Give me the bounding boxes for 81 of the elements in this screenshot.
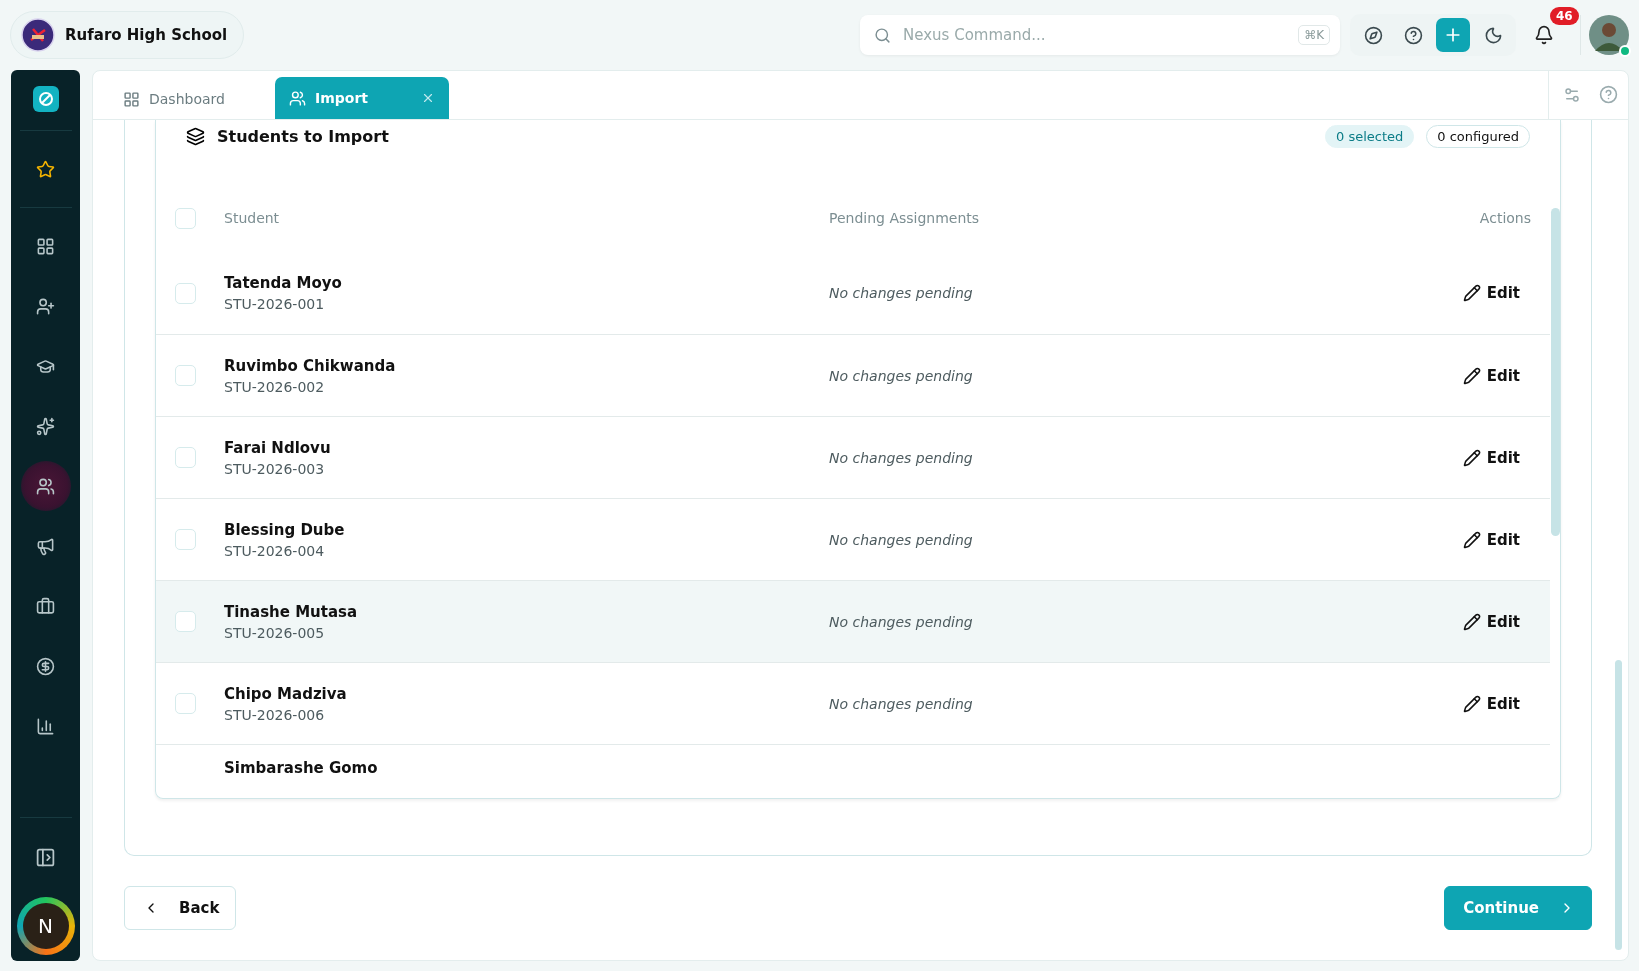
row-checkbox[interactable] (175, 365, 196, 386)
school-selector[interactable]: Rufaro High School (10, 11, 245, 59)
student-id: STU-2026-001 (224, 296, 326, 312)
scrollbar-thumb[interactable] (1551, 208, 1560, 536)
star-icon (36, 159, 55, 179)
row-checkbox[interactable] (175, 447, 196, 468)
compass-icon (1363, 25, 1383, 45)
count-badge: 0 configured (1426, 124, 1530, 148)
sparkles-icon (36, 416, 55, 436)
megaphone-icon (36, 536, 55, 556)
app-logo-icon[interactable] (32, 86, 59, 112)
pending-status: No changes pending (829, 695, 974, 712)
edit-button[interactable]: Edit (1462, 612, 1520, 631)
pencil-icon (1462, 284, 1481, 302)
count-badge: 0 selected (1325, 124, 1415, 148)
pending-status: No changes pending (829, 367, 974, 384)
student-id: STU-2026-003 (224, 460, 326, 477)
student-id: STU-2026-004 (224, 542, 326, 559)
student-id: STU-2026-002 (224, 378, 326, 395)
pending-status: No changes pending (829, 613, 974, 630)
pencil-icon (1462, 612, 1481, 631)
row-checkbox[interactable] (175, 611, 196, 632)
student-name: Tatenda Moyo (224, 274, 343, 292)
users-icon (289, 89, 306, 107)
user-avatar[interactable] (1589, 15, 1629, 55)
pencil-icon (1462, 530, 1481, 549)
student-name: Blessing Dube (224, 520, 346, 539)
pending-status: No changes pending (829, 449, 974, 466)
student-name: Simbarashe Gomo (224, 759, 379, 777)
user-plus-icon (36, 296, 55, 316)
page-scrollbar-thumb[interactable] (1614, 660, 1622, 950)
student-name: Chipo Madziva (224, 684, 348, 703)
panel-toggle-icon (35, 846, 56, 868)
table-row[interactable]: Chipo Madziva STU-2026-006 No changes pending Edit (156, 662, 1550, 744)
back-button[interactable]: Back (124, 886, 237, 930)
student-name: Ruvimbo Chikwanda (224, 356, 397, 375)
student-name: Tinashe Mutasa (224, 602, 359, 621)
section-title: Students to Import (217, 126, 389, 146)
column-header: Pending Assignments (829, 210, 981, 226)
student-id: STU-2026-006 (224, 706, 326, 723)
school-logo-icon (21, 18, 55, 52)
table-row[interactable]: Tatenda Moyo STU-2026-001 No changes pending Edit (156, 252, 1550, 334)
pending-status: No changes pending (829, 285, 974, 301)
grid-icon (123, 90, 140, 108)
search-icon (874, 26, 891, 44)
pending-status: No changes pending (829, 531, 974, 548)
table-row[interactable]: Farai Ndlovu STU-2026-003 No changes pending Edit (156, 416, 1550, 498)
pencil-icon (1462, 694, 1481, 713)
row-checkbox[interactable] (175, 529, 196, 550)
edit-button[interactable]: Edit (1462, 694, 1520, 713)
add-button[interactable] (1436, 18, 1470, 52)
table-row[interactable]: Ruvimbo Chikwanda STU-2026-002 No changes pending Edit (156, 334, 1550, 416)
moon-icon (1483, 25, 1503, 45)
notification-count: 46 (1550, 7, 1579, 25)
users-icon (36, 476, 55, 496)
help-icon (1403, 25, 1423, 45)
grid-icon (36, 236, 55, 256)
student-id: STU-2026-005 (224, 624, 326, 641)
row-checkbox[interactable] (175, 693, 196, 714)
select-all-checkbox[interactable] (175, 207, 196, 229)
edit-button[interactable]: Edit (1462, 284, 1520, 302)
profile-button[interactable]: N (16, 897, 75, 955)
online-status-dot (1619, 45, 1631, 57)
sidebar-nav-button[interactable] (20, 461, 71, 511)
edit-button[interactable]: Edit (1462, 530, 1520, 549)
layers-icon (186, 126, 205, 146)
row-checkbox[interactable] (175, 282, 196, 304)
dollar-icon (36, 656, 55, 676)
tab[interactable]: Dashboard (109, 79, 275, 119)
edit-button[interactable]: Edit (1462, 366, 1520, 385)
student-name: Farai Ndlovu (224, 438, 332, 457)
highlighted-table-row[interactable]: Tinashe Mutasa STU-2026-005 No changes pending Edit (156, 580, 1550, 662)
pencil-icon (1462, 366, 1481, 385)
bell-icon (1534, 25, 1554, 45)
briefcase-icon (36, 596, 55, 616)
bar-chart-icon (36, 716, 55, 736)
shortcut-hint: ⌘K (1298, 25, 1330, 45)
edit-button[interactable]: Edit (1462, 448, 1520, 467)
column-header: Actions (1478, 210, 1532, 226)
pencil-icon (1462, 448, 1481, 467)
column-header: Student (224, 210, 281, 226)
